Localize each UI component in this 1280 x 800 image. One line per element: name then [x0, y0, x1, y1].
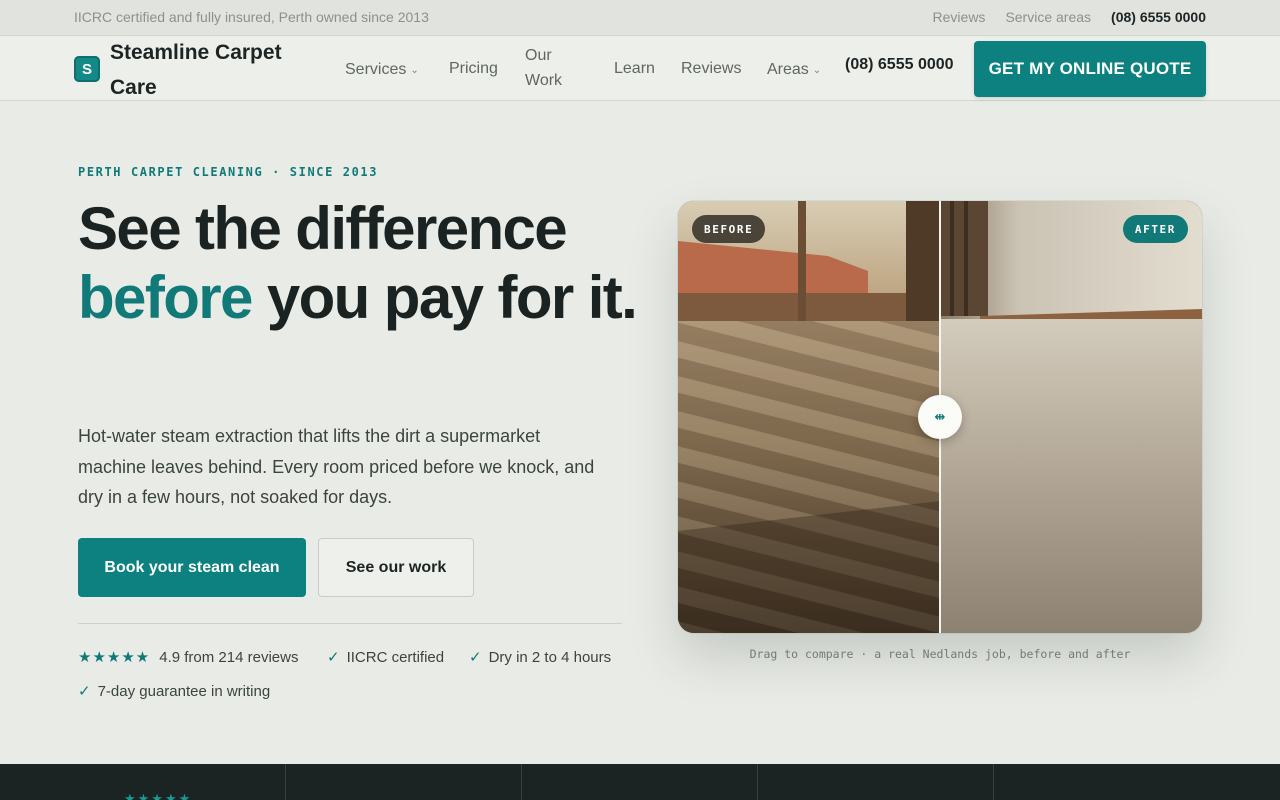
trust-badge-iicrc: ✓ IICRC certified: [327, 648, 444, 668]
strip-divider: [757, 764, 758, 800]
logo-icon[interactable]: S: [74, 56, 100, 82]
nav-reviews[interactable]: Reviews: [681, 56, 741, 81]
after-label: AFTER: [1122, 215, 1188, 243]
headline-accent: before: [78, 264, 253, 331]
rating-badge: ★★★★★ 4.9 from 214 reviews: [78, 648, 298, 668]
headline-line-1: See the difference: [78, 195, 568, 262]
nav-pricing[interactable]: Pricing: [449, 56, 498, 81]
compare-caption: Drag to compare · a real Nedlands job, b…: [749, 647, 1131, 661]
nav-areas-label: Areas: [767, 61, 809, 78]
trust-badge-label: Dry in 2 to 4 hours: [488, 649, 612, 666]
chevron-down-icon: ⌄: [410, 65, 419, 76]
trust-badge-label: 7-day guarantee in writing: [97, 683, 271, 700]
check-icon: ✓: [469, 649, 482, 666]
utility-bar: IICRC certified and fully insured, Perth…: [0, 0, 1280, 36]
check-icon: ✓: [78, 683, 91, 700]
see-our-work-button[interactable]: See our work: [318, 538, 474, 597]
nav-our-work[interactable]: Our Work: [525, 43, 575, 93]
divider: [78, 623, 622, 624]
hero-headline: See the difference before you pay for it.: [78, 194, 638, 332]
rating-text: 4.9 from 214 reviews: [159, 649, 299, 666]
brand-name[interactable]: Steamline Carpet Care: [110, 35, 300, 105]
utility-link-service-areas[interactable]: Service areas: [1005, 9, 1091, 25]
nav-services-label: Services: [345, 61, 407, 78]
site-header: S Steamline Carpet Care Services ⌄ Prici…: [0, 37, 1280, 101]
chevron-down-icon: ⌄: [812, 65, 822, 76]
nav-learn[interactable]: Learn: [614, 56, 655, 81]
strip-divider: [285, 764, 286, 800]
header-phone-link[interactable]: (08) 6555 0000: [845, 56, 954, 74]
before-label: BEFORE: [692, 215, 766, 243]
before-after-slider[interactable]: ⇹ BEFORE AFTER: [678, 201, 1202, 633]
before-photo: [678, 201, 940, 633]
trust-badge-dry-time: ✓ Dry in 2 to 4 hours: [469, 648, 611, 668]
trust-badge-label: IICRC certified: [346, 649, 445, 666]
hero-lede: Hot-water steam extraction that lifts th…: [78, 426, 595, 507]
star-rating-icon: ★★★★★: [78, 649, 151, 666]
hero-eyebrow: PERTH CARPET CLEANING · SINCE 2013: [78, 165, 379, 179]
online-quote-button[interactable]: GET MY ONLINE QUOTE: [974, 41, 1206, 97]
headline-rest: you pay for it.: [251, 264, 638, 331]
book-steam-clean-button[interactable]: Book your steam clean: [78, 538, 306, 597]
utility-links: Reviews Service areas (08) 6555 0000: [933, 9, 1206, 25]
nav-services[interactable]: Services ⌄: [345, 56, 419, 83]
check-icon: ✓: [327, 649, 340, 666]
stats-strip: ★★★★★: [0, 764, 1280, 800]
compare-drag-handle-icon[interactable]: ⇹: [918, 395, 962, 439]
trust-badge-guarantee: ✓ 7-day guarantee in writing: [78, 682, 270, 702]
nav-areas[interactable]: Areas ⌄: [767, 56, 821, 83]
utility-phone-link[interactable]: (08) 6555 0000: [1111, 9, 1206, 25]
utility-link-reviews[interactable]: Reviews: [933, 9, 986, 25]
strip-divider: [993, 764, 994, 800]
utility-tagline: IICRC certified and fully insured, Perth…: [74, 9, 429, 25]
after-photo: [940, 201, 1202, 633]
star-rating-icon: ★★★★★: [124, 791, 193, 800]
strip-divider: [521, 764, 522, 800]
